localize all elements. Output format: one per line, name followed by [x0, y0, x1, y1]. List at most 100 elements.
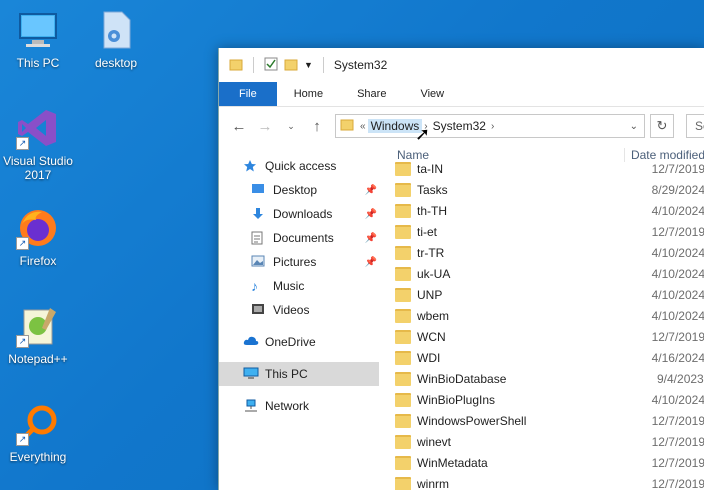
file-row[interactable]: ta-IN 12/7/2019 — [395, 158, 704, 179]
address-dropdown-icon[interactable]: ⌄ — [628, 121, 640, 132]
nav-item-music[interactable]: ♪ Music — [219, 274, 379, 298]
file-date: 9/4/2023 — [657, 371, 704, 386]
desktop-icon-this-pc[interactable]: This PC — [0, 8, 76, 70]
new-folder-icon[interactable] — [284, 57, 298, 74]
pin-icon[interactable]: 📌 — [365, 209, 377, 220]
address-overflow[interactable]: « — [358, 121, 368, 132]
nav-item-this-pc[interactable]: This PC — [219, 362, 379, 386]
nav-item-label: This PC — [265, 367, 308, 381]
nav-item-label: Documents — [273, 231, 334, 245]
desktop-icon-visual-studio[interactable]: ↗ Visual Studio 2017 — [0, 106, 76, 182]
forward-arrow-icon[interactable]: → — [255, 118, 275, 135]
nav-item-onedrive[interactable]: OneDrive — [219, 330, 379, 354]
file-row[interactable]: uk-UA 4/10/2024 — [395, 263, 704, 284]
videos-icon — [251, 303, 267, 317]
file-row[interactable]: ti-et 12/7/2019 — [395, 221, 704, 242]
shortcut-arrow-icon: ↗ — [16, 237, 29, 250]
file-name: WinMetadata — [417, 455, 488, 470]
firefox-icon: ↗ — [16, 206, 60, 250]
network-icon — [243, 399, 259, 413]
desktop-icon-desktop[interactable]: desktop — [78, 8, 154, 70]
address-bar[interactable]: « Windows › System32 › ⌄ — [335, 114, 645, 138]
desktop-icon-everything[interactable]: ↗ Everything — [0, 402, 76, 464]
file-name: ta-IN — [417, 161, 444, 176]
title-bar: ▼ System32 — [219, 48, 704, 82]
file-row[interactable]: Tasks 8/29/2024 — [395, 179, 704, 200]
file-row[interactable]: wbem 4/10/2024 — [395, 305, 704, 326]
folder-icon — [395, 308, 411, 323]
back-arrow-icon[interactable]: ← — [229, 118, 249, 135]
file-date: 4/10/2024 — [651, 287, 704, 302]
folder-icon — [395, 455, 411, 470]
nav-item-pictures[interactable]: Pictures 📌 — [219, 250, 379, 274]
nav-item-documents[interactable]: Documents 📌 — [219, 226, 379, 250]
tab-file[interactable]: File — [219, 82, 277, 106]
file-row[interactable]: WinBioPlugIns 4/10/2024 — [395, 389, 704, 410]
tab-view[interactable]: View — [403, 82, 461, 106]
download-icon — [251, 207, 267, 221]
nav-item-label: Music — [273, 279, 305, 293]
nav-item-network[interactable]: Network — [219, 394, 379, 418]
nav-item-videos[interactable]: Videos — [219, 298, 379, 322]
nav-item-label: Quick access — [265, 159, 337, 173]
music-icon: ♪ — [251, 278, 258, 294]
file-date: 12/7/2019 — [651, 434, 704, 449]
computer-icon — [16, 8, 60, 52]
file-name: tr-TR — [417, 245, 445, 260]
folder-icon — [395, 161, 411, 176]
breadcrumb-system32[interactable]: System32 — [430, 119, 489, 133]
nav-item-desktop[interactable]: Desktop 📌 — [219, 178, 379, 202]
file-date: 12/7/2019 — [651, 161, 704, 176]
properties-icon[interactable] — [264, 57, 278, 74]
file-row[interactable]: WCN 12/7/2019 — [395, 326, 704, 347]
mouse-cursor-icon: ➚ — [415, 124, 431, 144]
up-arrow-icon[interactable]: ↑ — [307, 118, 327, 135]
file-date: 4/10/2024 — [651, 203, 704, 218]
file-row[interactable]: WinMetadata 12/7/2019 — [395, 452, 704, 473]
nav-item-downloads[interactable]: Downloads 📌 — [219, 202, 379, 226]
folder-icon — [395, 350, 411, 365]
desktop-icon-notepad-plus[interactable]: ↗ Notepad++ — [0, 304, 76, 366]
content-area: Quick access Desktop 📌 Downloads 📌 Docum… — [219, 144, 704, 490]
file-row[interactable]: WinBioDatabase 9/4/2023 — [395, 368, 704, 389]
file-row[interactable]: th-TH 4/10/2024 — [395, 200, 704, 221]
file-name: Tasks — [417, 182, 448, 197]
file-row[interactable]: winevt 12/7/2019 — [395, 431, 704, 452]
chevron-right-icon[interactable]: › — [489, 121, 496, 132]
shortcut-arrow-icon: ↗ — [16, 137, 29, 150]
shortcut-arrow-icon: ↗ — [16, 335, 29, 348]
tab-home[interactable]: Home — [277, 82, 340, 106]
file-name: WinBioDatabase — [417, 371, 507, 386]
desktop-icon-label: Visual Studio 2017 — [3, 154, 73, 182]
navigation-bar: ← → ⌄ ↑ « Windows › System32 › ⌄ ↻ Searc… — [219, 107, 704, 145]
file-name: WinBioPlugIns — [417, 392, 496, 407]
desktop-folder-icon — [251, 183, 267, 197]
tab-share[interactable]: Share — [340, 82, 403, 106]
file-list: ⌃ Name Date modified ta-IN12/7/2019Tasks… — [395, 144, 704, 490]
pin-icon[interactable]: 📌 — [365, 185, 377, 196]
pin-icon[interactable]: 📌 — [365, 233, 377, 244]
file-date: 12/7/2019 — [651, 476, 704, 490]
folder-icon — [395, 224, 411, 239]
search-input[interactable]: Search System32 — [686, 114, 704, 138]
desktop-icon-firefox[interactable]: ↗ Firefox — [0, 206, 76, 268]
file-row[interactable]: WindowsPowerShell 12/7/2019 — [395, 410, 704, 431]
file-row[interactable]: UNP 4/10/2024 — [395, 284, 704, 305]
refresh-icon[interactable]: ↻ — [650, 114, 674, 138]
desktop-icon-label: desktop — [94, 56, 138, 70]
file-date: 4/16/2024 — [651, 350, 704, 365]
documents-icon — [251, 231, 267, 245]
nav-item-quick-access[interactable]: Quick access — [219, 154, 379, 178]
file-row[interactable]: WDI 4/16/2024 — [395, 347, 704, 368]
file-date: 8/29/2024 — [651, 182, 704, 197]
recent-locations-chevron-icon[interactable]: ⌄ — [281, 121, 301, 132]
file-row[interactable]: tr-TR 4/10/2024 — [395, 242, 704, 263]
computer-icon — [243, 367, 259, 381]
file-date: 4/10/2024 — [651, 308, 704, 323]
file-row[interactable]: winrm 12/7/2019 — [395, 473, 704, 490]
folder-icon — [395, 434, 411, 449]
file-date: 4/10/2024 — [651, 392, 704, 407]
chevron-down-icon[interactable]: ▼ — [304, 60, 313, 70]
pin-icon[interactable]: 📌 — [365, 257, 377, 268]
notepad-plus-icon: ↗ — [16, 304, 60, 348]
